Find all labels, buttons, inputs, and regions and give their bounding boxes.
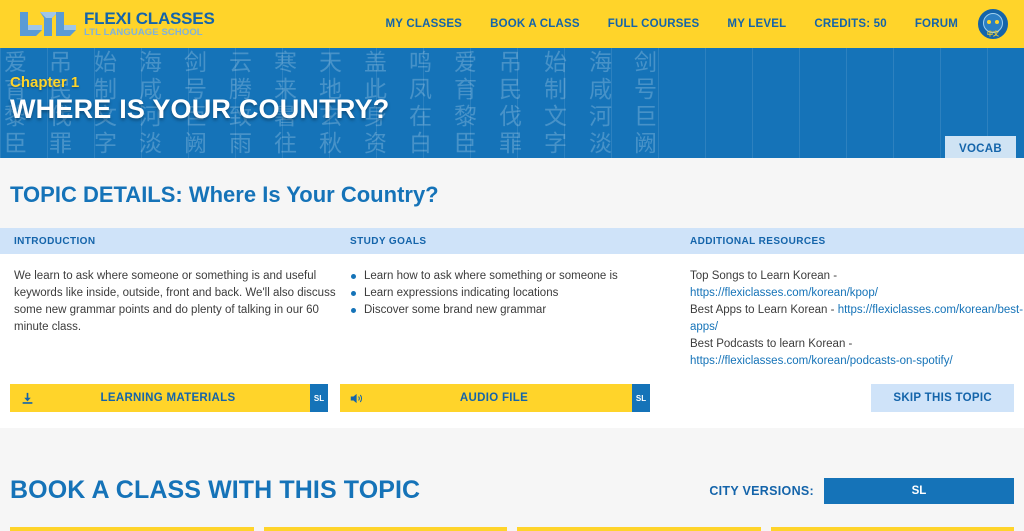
book-section-title: BOOK A CLASS WITH THIS TOPIC: [10, 476, 421, 504]
book-a-class-section: BOOK A CLASS WITH THIS TOPIC CITY VERSIO…: [0, 450, 1024, 531]
nav-item-book-a-class[interactable]: BOOK A CLASS: [490, 18, 580, 30]
class-card-header: Wed, 02 Mar 2022 02:00 AM: [770, 527, 1014, 531]
main-menu: MY CLASSES BOOK A CLASS FULL COURSES MY …: [386, 18, 977, 30]
introduction-text: We learn to ask where someone or somethi…: [14, 270, 336, 333]
learning-materials-button[interactable]: LEARNING MATERIALS SL: [10, 384, 328, 412]
list-item: Learn how to ask where something or some…: [350, 268, 685, 285]
class-cards-row: Sun, 27 Feb 2022 06:00 PM A1 Beginner (T…: [0, 527, 1024, 531]
introduction-column: We learn to ask where someone or somethi…: [0, 268, 345, 370]
top-navigation-bar: FLEXI CLASSES LTL LANGUAGE SCHOOL MY CLA…: [0, 0, 1024, 48]
topic-actions-row: LEARNING MATERIALS SL AUDIO FILE SL SKIP…: [0, 370, 1024, 428]
language-badge: 中文: [986, 32, 1000, 38]
resource-link[interactable]: https://flexiclasses.com/korean/podcasts…: [690, 355, 953, 367]
nav-item-my-level[interactable]: MY LEVEL: [727, 18, 786, 30]
book-section-header: BOOK A CLASS WITH THIS TOPIC CITY VERSIO…: [0, 476, 1024, 527]
resource-label: Best Apps to Learn Korean -: [690, 304, 838, 316]
logo-title: FLEXI CLASSES: [84, 9, 215, 29]
skip-this-topic-button[interactable]: SKIP THIS TOPIC: [871, 384, 1014, 412]
details-panel: We learn to ask where someone or somethi…: [0, 254, 1024, 370]
study-goals-list: Learn how to ask where something or some…: [350, 268, 685, 319]
city-versions-label: CITY VERSIONS:: [709, 483, 814, 498]
speaker-icon: [340, 392, 374, 405]
class-card[interactable]: Wed, 02 Mar 2022 02:00 AM A1 Beginner (T…: [770, 527, 1014, 531]
class-card-header: Sun, 27 Feb 2022 06:00 PM: [10, 527, 254, 531]
avatar[interactable]: 中文: [976, 7, 1010, 41]
city-versions-select[interactable]: SL: [824, 477, 1014, 504]
hero-banner: 爱吊始海剑云寒天盖鸣爱吊始海剑 育民制咸号腾来地此凤育民制咸号 黎伐文河巨致暑玄…: [0, 48, 1024, 158]
avatar-face-icon: [983, 12, 1003, 33]
chapter-label: Chapter 1: [10, 74, 80, 91]
resource-item: Top Songs to Learn Korean - https://flex…: [690, 268, 1024, 302]
city-versions-control: CITY VERSIONS: SL: [709, 477, 1014, 504]
details-column-headers: INTRODUCTION STUDY GOALS ADDITIONAL RESO…: [0, 228, 1024, 254]
logo-subtitle: LTL LANGUAGE SCHOOL: [84, 27, 203, 39]
audio-file-button[interactable]: AUDIO FILE SL: [340, 384, 650, 412]
column-header-additional-resources: ADDITIONAL RESOURCES: [690, 235, 826, 247]
list-item: Learn expressions indicating locations: [350, 285, 685, 302]
learning-materials-tag: SL: [310, 384, 328, 412]
hero-content: Chapter 1 WHERE IS YOUR COUNTRY?: [0, 48, 1024, 125]
class-card-header: Mon, 28 Feb 2022 05:00 AM: [263, 527, 507, 531]
class-card-header: Mon, 28 Feb 2022 01:00 PM: [517, 527, 761, 531]
resource-label: Top Songs to Learn Korean -: [690, 270, 838, 282]
resource-link[interactable]: https://flexiclasses.com/korean/kpop/: [690, 287, 878, 299]
topic-details-heading: TOPIC DETAILS: Where Is Your Country?: [10, 182, 439, 207]
site-logo[interactable]: FLEXI CLASSES LTL LANGUAGE SCHOOL: [0, 4, 225, 44]
learning-materials-label: LEARNING MATERIALS: [100, 392, 236, 404]
logo-text: FLEXI CLASSES LTL LANGUAGE SCHOOL: [84, 10, 215, 38]
column-header-introduction: INTRODUCTION: [14, 235, 96, 247]
class-card[interactable]: Mon, 28 Feb 2022 01:00 PM A1 Beginner (T…: [517, 527, 761, 531]
column-header-study-goals: STUDY GOALS: [350, 235, 427, 247]
vocab-button[interactable]: VOCAB: [944, 136, 1016, 158]
nav-item-forum[interactable]: FORUM: [915, 18, 958, 30]
audio-file-label: AUDIO FILE: [459, 392, 529, 404]
resource-label: Best Podcasts to learn Korean -: [690, 338, 853, 350]
ltl-logo-icon: [20, 12, 76, 36]
class-card[interactable]: Sun, 27 Feb 2022 06:00 PM A1 Beginner (T…: [10, 527, 254, 531]
page-title: WHERE IS YOUR COUNTRY?: [10, 94, 390, 124]
resource-item: Best Apps to Learn Korean - https://flex…: [690, 302, 1024, 336]
class-card[interactable]: Mon, 28 Feb 2022 05:00 AM A1 Beginner (T…: [263, 527, 507, 531]
download-icon: [10, 392, 44, 405]
nav-item-my-classes[interactable]: MY CLASSES: [386, 18, 463, 30]
list-item: Discover some brand new grammar: [350, 302, 685, 319]
audio-file-tag: SL: [632, 384, 650, 412]
resource-item: Best Podcasts to learn Korean - https://…: [690, 336, 1024, 370]
additional-resources-column: Top Songs to Learn Korean - https://flex…: [685, 268, 1024, 370]
nav-item-full-courses[interactable]: FULL COURSES: [608, 18, 700, 30]
nav-item-credits[interactable]: CREDITS: 50: [814, 18, 887, 30]
topic-details-section: TOPIC DETAILS: Where Is Your Country? IN…: [0, 158, 1024, 450]
study-goals-column: Learn how to ask where something or some…: [345, 268, 685, 370]
